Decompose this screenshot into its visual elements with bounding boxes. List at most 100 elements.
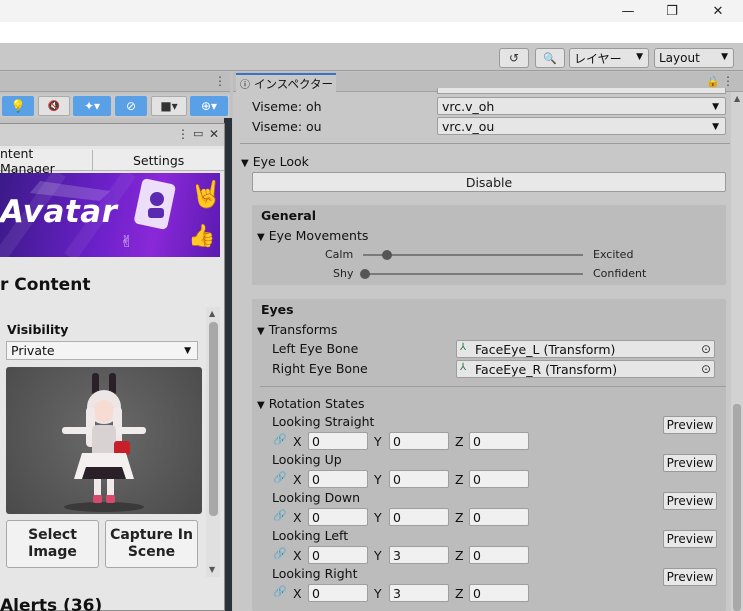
layout-label: Layout (659, 51, 700, 65)
visibility-value: Private (11, 343, 55, 358)
rotation-z-field[interactable]: 0 (469, 584, 529, 602)
panel-menu-icon[interactable]: ⋮ (177, 127, 189, 141)
hidden-objects-icon[interactable]: ⊘ (115, 96, 147, 116)
camera-icon[interactable]: ■▾ (151, 96, 187, 116)
capture-in-scene-button[interactable]: Capture In Scene (105, 520, 198, 568)
rotation-z-field[interactable]: 0 (469, 432, 529, 450)
calm-excited-slider[interactable] (363, 254, 583, 256)
more-menu-icon[interactable]: ⋮ (214, 74, 226, 88)
viseme-oh-label: Viseme: oh (252, 99, 322, 114)
rotation-x-field[interactable]: 0 (308, 470, 368, 488)
state-name: Looking Down (272, 490, 361, 505)
svg-text:👍: 👍 (188, 223, 215, 249)
shy-confident-handle[interactable] (360, 269, 370, 279)
transforms-foldout[interactable]: ▼ Transforms (257, 322, 337, 337)
link-icon[interactable]: 🔗 (273, 471, 287, 484)
link-icon[interactable]: 🔗 (273, 585, 287, 598)
general-title: General (261, 208, 316, 223)
alerts-heading: Alerts (36) (0, 596, 103, 611)
eye-movements-foldout[interactable]: ▼ Eye Movements (257, 228, 368, 243)
gizmos-icon[interactable]: ⊕▾ (190, 96, 228, 116)
viseme-ou-dropdown[interactable]: vrc.v_ou ▼ (437, 117, 726, 135)
preview-button[interactable]: Preview (663, 492, 717, 510)
panel-close-icon[interactable]: ✕ (209, 127, 219, 141)
eye-look-foldout[interactable]: ▼ Eye Look (241, 154, 309, 169)
tab-inspector[interactable]: ⓘ インスペクター (236, 73, 336, 92)
avatar-thumbnail (6, 367, 202, 514)
scene-viewport[interactable] (224, 118, 232, 611)
rotation-y-field[interactable]: 3 (389, 546, 449, 564)
lock-icon[interactable]: 🔒 (706, 75, 720, 88)
scroll-up-icon[interactable]: ▲ (209, 309, 215, 318)
visibility-select[interactable]: Private ▼ (6, 341, 198, 360)
rotation-x-field[interactable]: 0 (308, 546, 368, 564)
scroll-down-icon[interactable]: ▼ (209, 565, 215, 574)
rotation-x-field[interactable]: 0 (308, 432, 368, 450)
preview-button[interactable]: Preview (663, 454, 717, 472)
info-icon: ⓘ (240, 80, 250, 91)
inspector-scroll-thumb[interactable] (733, 404, 741, 611)
eye-look-label: Eye Look (252, 154, 309, 169)
search-icon[interactable]: 🔍 (535, 48, 565, 68)
inspector-tab-label: インスペクター (254, 76, 334, 91)
state-name: Looking Right (272, 566, 358, 581)
viseme-ou-label: Viseme: ou (252, 119, 322, 134)
rotation-y-field[interactable]: 0 (389, 508, 449, 526)
foldout-arrow-icon: ▼ (257, 400, 265, 411)
link-icon[interactable]: 🔗 (273, 547, 287, 560)
layout-dropdown[interactable]: Layout ▼ (654, 48, 734, 68)
visibility-label: Visibility (7, 322, 69, 337)
rotation-z-field[interactable]: 0 (469, 546, 529, 564)
eyes-title: Eyes (261, 302, 294, 317)
disable-button[interactable]: Disable (252, 172, 726, 192)
minimize-button[interactable]: — (605, 0, 651, 22)
close-button[interactable]: ✕ (695, 0, 741, 22)
link-icon[interactable]: 🔗 (273, 509, 287, 522)
banner-title: Avatar (0, 194, 118, 230)
divider (240, 143, 730, 144)
rotation-x-field[interactable]: 0 (308, 508, 368, 526)
rotation-y-field[interactable]: 3 (389, 584, 449, 602)
rotation-states-foldout[interactable]: ▼ Rotation States (257, 396, 365, 411)
left-eye-bone-field[interactable]: ⅄ FaceEye_L (Transform) (456, 340, 715, 358)
select-image-button[interactable]: Select Image (6, 520, 99, 568)
layers-dropdown[interactable]: レイヤー ▼ (569, 48, 649, 68)
tab-content-manager[interactable]: ntent Manager (0, 146, 93, 176)
shy-confident-slider[interactable] (363, 273, 583, 275)
panel-maximize-icon[interactable]: ▭ (193, 127, 203, 140)
layers-label: レイヤー (574, 51, 622, 66)
object-picker-icon[interactable]: ⊙ (697, 360, 715, 378)
preview-button[interactable]: Preview (663, 568, 717, 586)
chevron-down-icon: ▼ (712, 102, 719, 112)
calm-excited-handle[interactable] (382, 250, 392, 260)
scroll-up-icon[interactable]: ▲ (734, 94, 740, 103)
chevron-down-icon: ▼ (184, 346, 191, 356)
state-name: Looking Up (272, 452, 342, 467)
vcc-panel-header (0, 124, 224, 146)
shy-label: Shy (333, 267, 354, 280)
lighting-icon[interactable]: 💡 (2, 96, 34, 116)
confident-label: Confident (593, 267, 647, 280)
maximize-button[interactable]: ❐ (649, 0, 695, 22)
svg-text:✌: ✌ (120, 232, 133, 251)
preview-button[interactable]: Preview (663, 530, 717, 548)
rotation-y-field[interactable]: 0 (389, 470, 449, 488)
rotation-y-field[interactable]: 0 (389, 432, 449, 450)
audio-mute-icon[interactable]: 🔇 (38, 96, 70, 116)
tab-settings[interactable]: Settings (133, 150, 184, 171)
rotation-z-field[interactable]: 0 (469, 470, 529, 488)
rotation-x-field[interactable]: 0 (308, 584, 368, 602)
vcc-scroll-thumb[interactable] (209, 322, 218, 516)
rotation-z-field[interactable]: 0 (469, 508, 529, 526)
left-eye-bone-label: Left Eye Bone (272, 341, 359, 356)
chevron-down-icon: ▼ (636, 52, 643, 62)
preview-button[interactable]: Preview (663, 416, 717, 434)
menu-strip (0, 22, 743, 43)
right-eye-bone-field[interactable]: ⅄ FaceEye_R (Transform) (456, 360, 715, 378)
history-icon[interactable]: ↺ (499, 48, 529, 68)
link-icon[interactable]: 🔗 (273, 433, 287, 446)
viseme-oh-dropdown[interactable]: vrc.v_oh ▼ (437, 97, 726, 115)
object-picker-icon[interactable]: ⊙ (697, 340, 715, 358)
inspector-menu-icon[interactable]: ⋮ (722, 74, 734, 88)
effects-icon[interactable]: ✦▾ (73, 96, 111, 116)
